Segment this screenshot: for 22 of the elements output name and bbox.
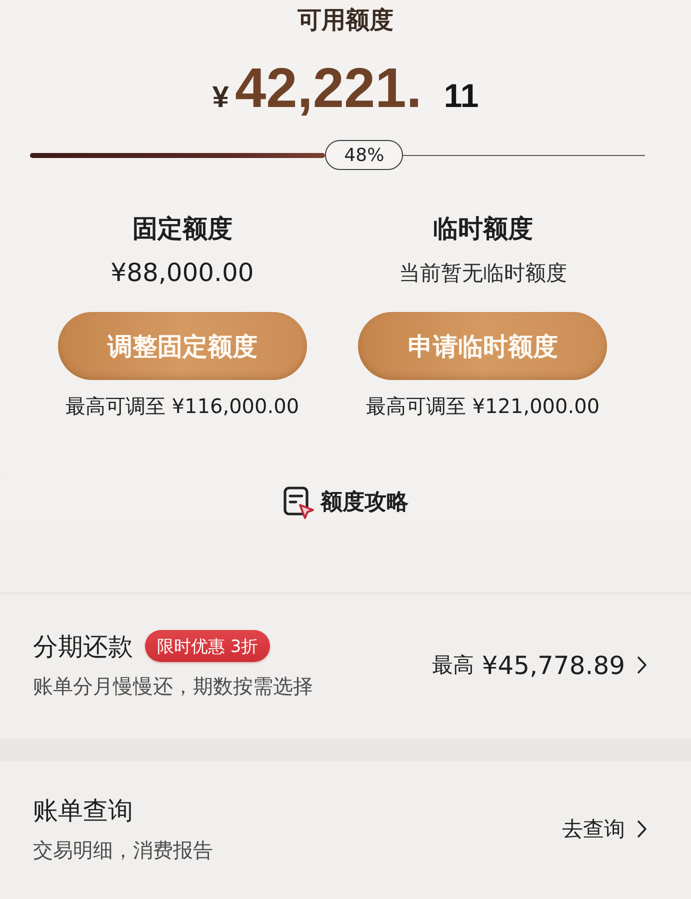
document-cursor-icon bbox=[282, 486, 314, 520]
limit-amount: ¥88,000.00 bbox=[110, 258, 254, 288]
percent-badge: 48% bbox=[325, 140, 404, 170]
available-credit-label: 可用额度 bbox=[298, 5, 394, 36]
currency-symbol: ¥ bbox=[212, 81, 229, 115]
promo-badge: 限时优惠 3折 bbox=[145, 630, 270, 662]
max-limit-text: 最高可调至 ¥121,000.00 bbox=[366, 393, 600, 420]
row-subtitle: 交易明细，消费报告 bbox=[33, 837, 214, 864]
chevron-right-icon bbox=[637, 656, 647, 674]
limit-title: 固定额度 bbox=[132, 213, 232, 245]
row-action-link[interactable]: 最高 ¥45,778.89 bbox=[432, 650, 647, 680]
credit-amount: 42,221. bbox=[234, 56, 422, 120]
guide-link[interactable]: 额度攻略 bbox=[282, 486, 408, 520]
limit-title: 临时额度 bbox=[432, 213, 533, 245]
chevron-right-icon bbox=[637, 820, 647, 838]
row-title: 分期还款 bbox=[33, 630, 133, 662]
max-limit-text: 最高可调至 ¥116,000.00 bbox=[65, 393, 300, 420]
row-subtitle: 账单分月慢慢还，期数按需选择 bbox=[33, 673, 314, 700]
row-title: 账单查询 bbox=[33, 794, 133, 826]
credit-amount-decimal: 11 bbox=[444, 77, 479, 115]
row-action-link[interactable]: 去查询 bbox=[562, 815, 647, 843]
limit-note: 当前暂无临时额度 bbox=[398, 260, 567, 287]
